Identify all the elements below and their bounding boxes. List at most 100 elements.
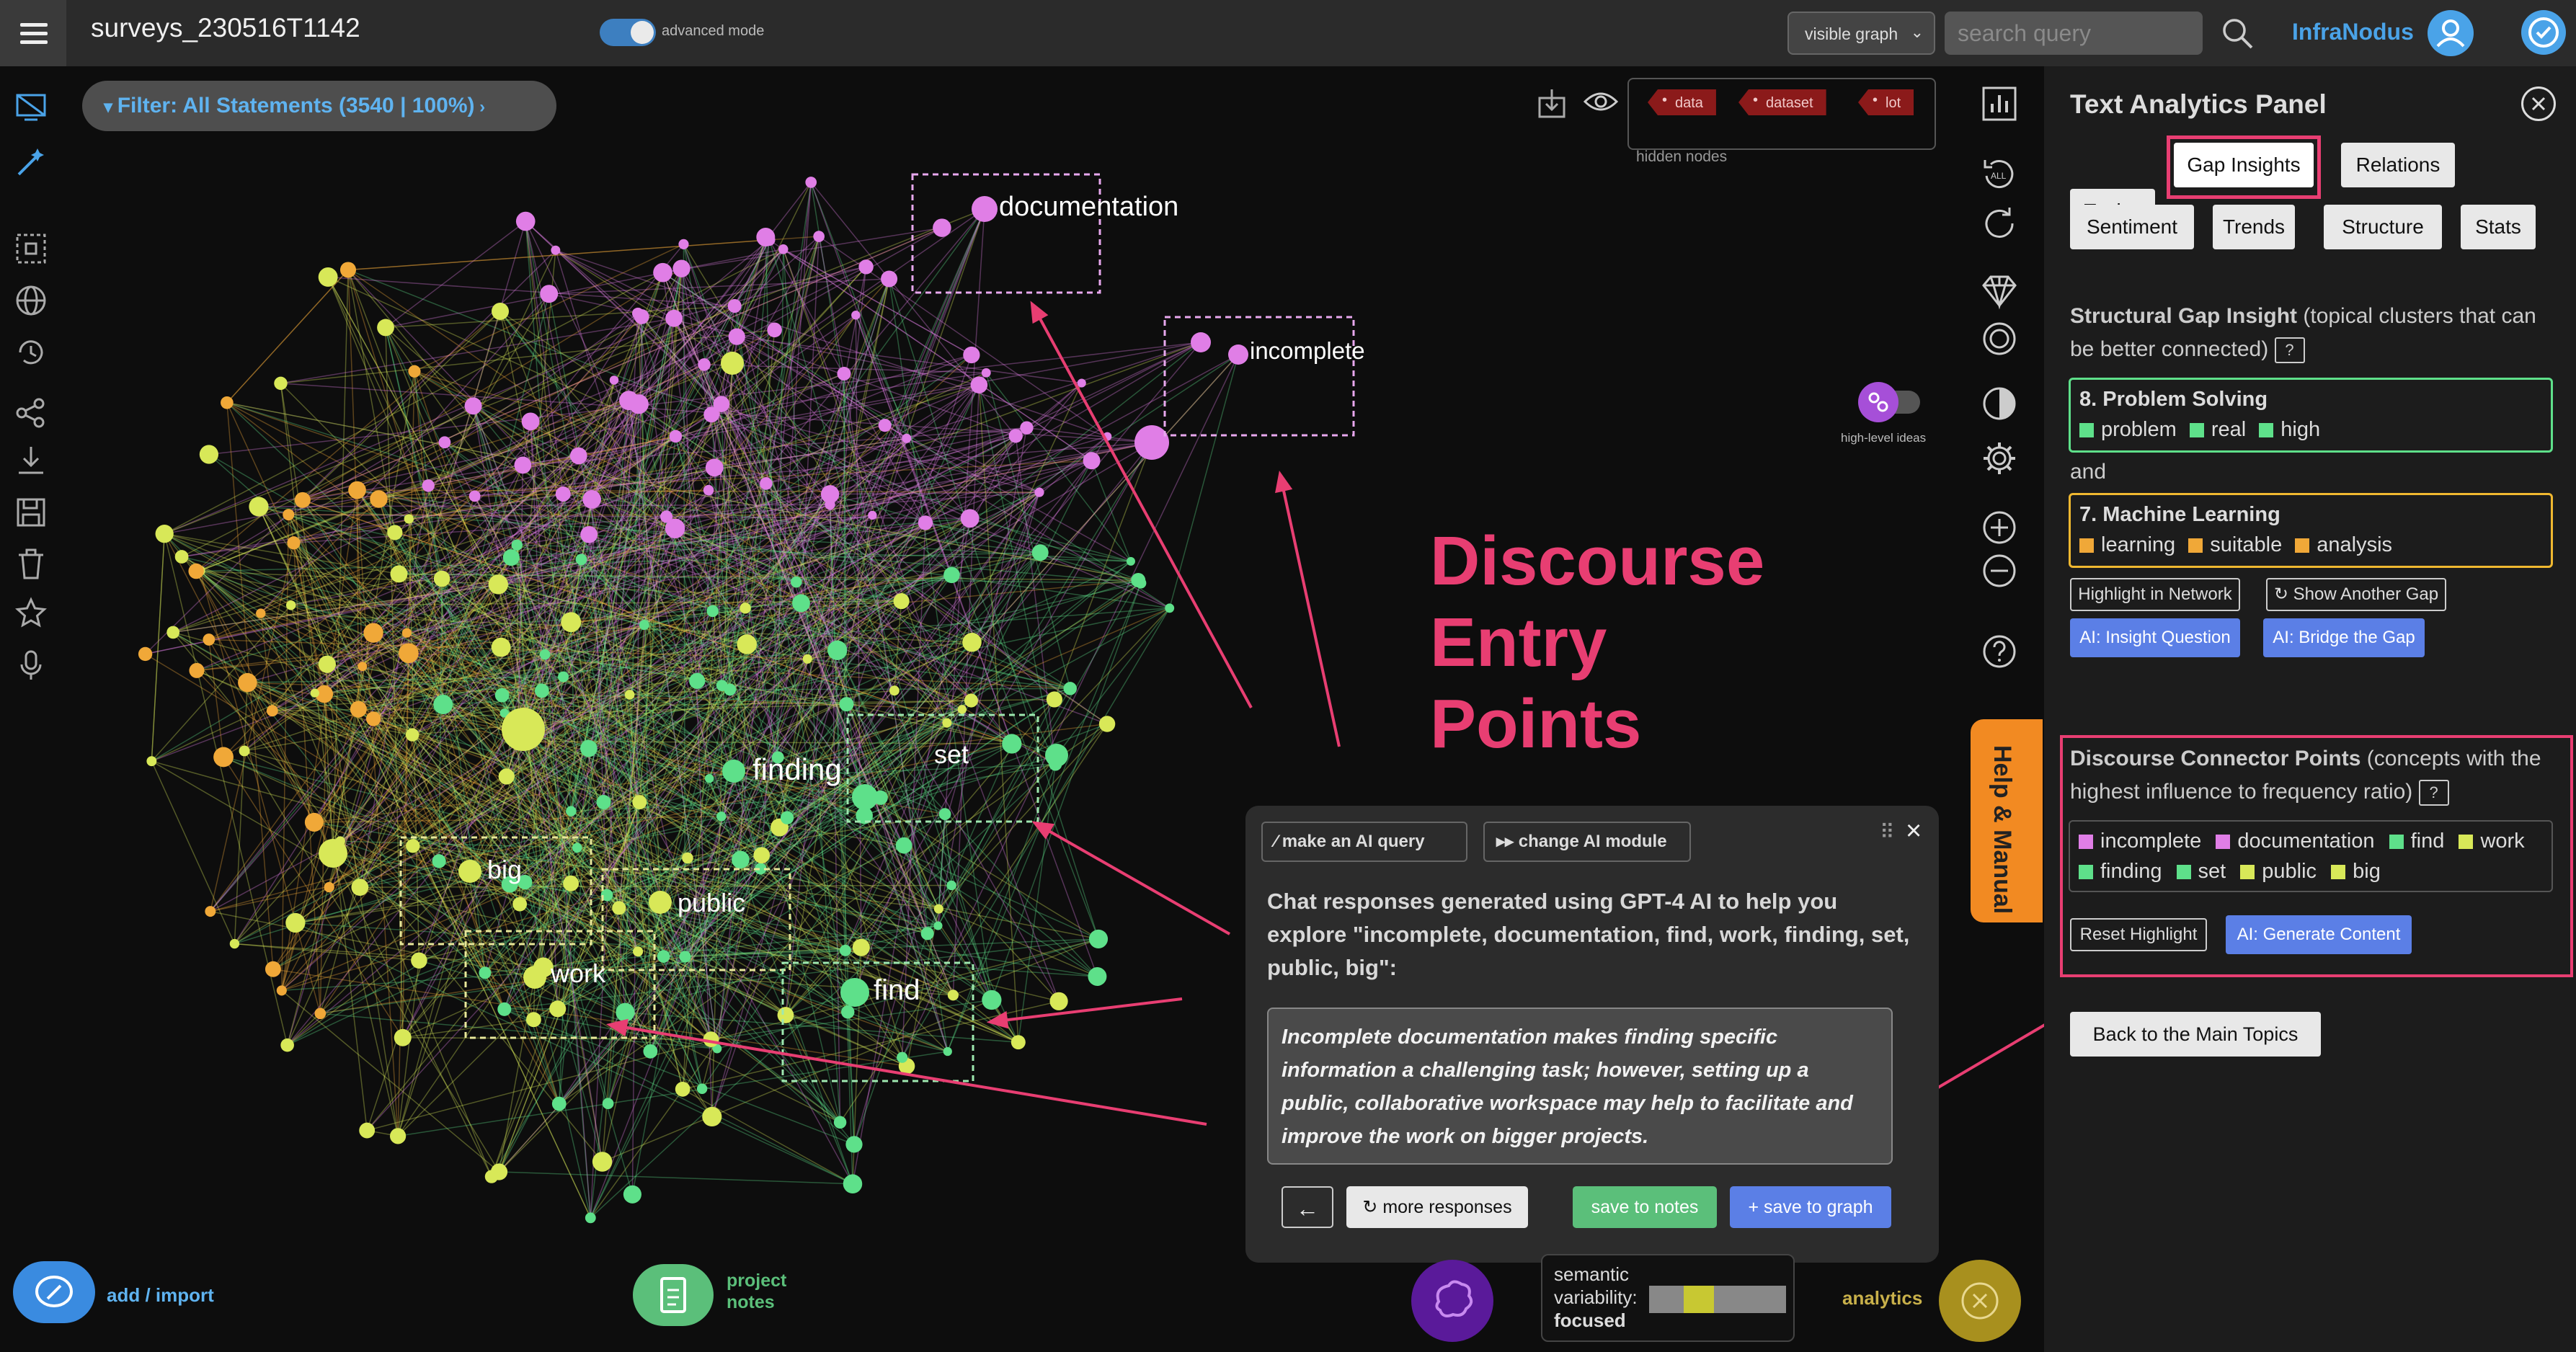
high-level-ideas-toggle[interactable] (1855, 381, 1927, 424)
reset-all-icon[interactable]: ALL (1981, 154, 2018, 192)
graph-node[interactable] (946, 880, 956, 891)
graph-node[interactable] (399, 643, 419, 664)
graph-node[interactable] (314, 1008, 327, 1020)
graph-node[interactable] (433, 695, 453, 715)
graph-node[interactable] (401, 628, 412, 638)
graph-node[interactable] (716, 811, 727, 822)
graph-node[interactable] (285, 912, 306, 933)
graph-node[interactable] (582, 490, 601, 509)
gap-a-word[interactable]: high (2280, 418, 2320, 441)
project-notes-label[interactable]: project notes (727, 1270, 786, 1313)
statement-filter[interactable]: ▾ Filter: All Statements (3540 | 100%) › (82, 81, 556, 131)
graph-node[interactable] (963, 346, 980, 364)
graph-node[interactable] (970, 376, 988, 393)
save-icon[interactable] (14, 496, 48, 529)
node-label-big[interactable]: big (487, 855, 522, 885)
gap-a-word[interactable]: real (2211, 418, 2246, 441)
graph-node[interactable] (612, 901, 626, 915)
graph-node[interactable] (351, 879, 369, 897)
graph-node[interactable] (166, 626, 180, 639)
graph-node[interactable] (390, 565, 408, 583)
graph-node[interactable] (249, 497, 269, 517)
change-ai-module-button[interactable]: ▸▸ change AI module (1483, 822, 1691, 862)
visible-graph-select[interactable]: visible graph ⌄ (1787, 12, 1935, 55)
highlight-in-network-button[interactable]: Highlight in Network (2070, 578, 2240, 611)
graph-node[interactable] (962, 632, 982, 652)
graph-node[interactable] (561, 612, 582, 633)
graph-node[interactable] (280, 1038, 294, 1052)
graph-node[interactable] (665, 309, 683, 327)
graph-node[interactable] (199, 445, 219, 464)
ai-bridge-gap-button[interactable]: AI: Bridge the Gap (2263, 618, 2425, 657)
graph-node[interactable] (256, 608, 266, 618)
graph-node[interactable] (174, 550, 189, 564)
graph-node[interactable] (596, 795, 611, 809)
save-to-notes-button[interactable]: save to notes (1573, 1186, 1717, 1228)
node-label-set[interactable]: set (934, 739, 969, 770)
graph-node[interactable] (689, 672, 706, 689)
graph-node[interactable] (619, 391, 639, 411)
graph-node[interactable] (138, 646, 153, 662)
graph-node[interactable] (878, 419, 892, 432)
graph-node[interactable] (433, 570, 450, 587)
graph-node[interactable] (408, 365, 421, 378)
advanced-mode-toggle[interactable] (600, 19, 656, 46)
graph-node[interactable] (370, 490, 388, 508)
graph-node[interactable] (494, 688, 510, 703)
graph-node[interactable] (339, 262, 357, 278)
graph-node[interactable] (678, 239, 689, 249)
graph-node[interactable] (702, 1106, 722, 1127)
circle-layout-icon[interactable] (1981, 320, 2018, 357)
graph-node[interactable] (205, 906, 216, 917)
help-manual-tab[interactable]: Help & Manual (1971, 719, 2043, 922)
graph-node[interactable] (672, 259, 690, 277)
eye-icon[interactable] (1583, 88, 1619, 115)
graph-node[interactable] (716, 680, 728, 692)
graph-node[interactable] (1126, 556, 1135, 566)
gap-cluster-a[interactable]: 8. Problem Solving problem real high (2069, 378, 2553, 453)
gap-a-word[interactable]: problem (2101, 418, 2177, 441)
add-import-label[interactable]: add / import (107, 1284, 214, 1307)
graph-node[interactable] (669, 430, 683, 443)
make-ai-query-button[interactable]: ⁄ make an AI query (1261, 822, 1467, 862)
search-input[interactable] (1945, 12, 2203, 55)
graph-node[interactable] (889, 685, 900, 696)
analytics-label[interactable]: analytics (1842, 1287, 1922, 1309)
gap-cluster-b[interactable]: 7. Machine Learning learning suitable an… (2069, 493, 2553, 568)
back-arrow-button[interactable]: ← (1282, 1186, 1333, 1228)
graph-node[interactable] (563, 875, 579, 891)
graph-node[interactable] (728, 328, 745, 345)
hamburger-menu-button[interactable] (0, 0, 66, 66)
app-help-icon[interactable] (2521, 10, 2566, 55)
graph-node[interactable] (721, 352, 744, 375)
graph-node[interactable] (238, 672, 257, 693)
graph-node[interactable] (778, 244, 789, 254)
graph-node[interactable] (858, 259, 874, 275)
graph-node[interactable] (464, 397, 482, 415)
graph-node[interactable] (696, 1083, 708, 1094)
graph-node[interactable] (525, 1012, 541, 1028)
show-another-gap-button[interactable]: ↻ Show Another Gap (2266, 578, 2446, 611)
graph-node[interactable] (964, 693, 978, 708)
graph-node[interactable] (1008, 429, 1023, 443)
node-label-public[interactable]: public (678, 888, 745, 918)
node-label-work[interactable]: work (551, 959, 605, 989)
close-icon[interactable]: × (1906, 816, 1922, 847)
hidden-node-tag[interactable]: data (1648, 89, 1716, 115)
graph-node[interactable] (675, 1081, 690, 1097)
graph-node[interactable] (845, 1136, 863, 1153)
graph-node[interactable] (266, 705, 278, 717)
graph-node[interactable] (348, 481, 366, 499)
graph-node[interactable] (213, 747, 234, 768)
gap-b-word[interactable]: learning (2101, 533, 2175, 556)
graph-node[interactable] (657, 950, 670, 963)
tab-sentiment[interactable]: Sentiment (2070, 205, 2194, 249)
download-graph-icon[interactable] (1537, 88, 1567, 118)
graph-node[interactable] (893, 593, 910, 610)
graph-node[interactable] (756, 228, 776, 246)
graph-node[interactable] (558, 671, 569, 682)
diamond-icon[interactable] (1981, 272, 2018, 310)
graph-node[interactable] (1034, 487, 1044, 497)
share-icon[interactable] (14, 396, 48, 430)
graph-node[interactable] (377, 319, 394, 337)
